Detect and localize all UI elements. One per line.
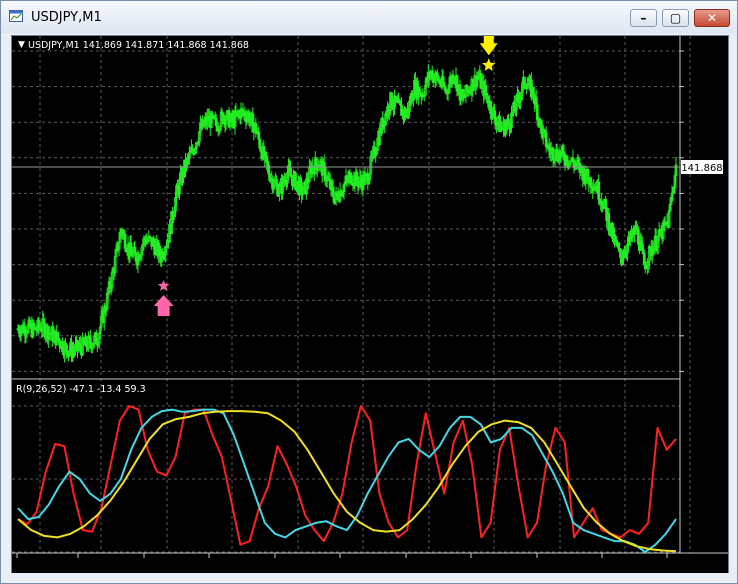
chart-window-icon: [9, 10, 23, 22]
sell-star-icon: [482, 58, 496, 71]
candle-body: [507, 118, 510, 124]
buy-arrow-icon: [153, 294, 174, 316]
price-candles: [16, 63, 678, 363]
status-strip: [1, 573, 737, 583]
candle-body: [619, 248, 622, 258]
buy-star-icon: [157, 280, 170, 291]
price-scale: [680, 50, 684, 372]
candle-body: [65, 344, 68, 352]
candle-body: [314, 157, 318, 166]
maximize-icon: ▢: [669, 11, 682, 25]
terminal-window: USDJPY,M1 – ▢ ✕ 141.868 ▼ USDJPY,M1 141.…: [0, 0, 738, 584]
current-price-label: 141.868: [681, 163, 722, 174]
minimize-icon: –: [640, 11, 647, 25]
sell-arrow-icon: [479, 32, 498, 56]
close-button[interactable]: ✕: [694, 9, 730, 27]
candle-body: [264, 151, 268, 157]
time-scale: [16, 553, 668, 558]
chart-area[interactable]: 141.868 ▼ USDJPY,M1 141.869 141.871 141.…: [11, 32, 729, 574]
title-bar[interactable]: USDJPY,M1 – ▢ ✕: [1, 1, 737, 33]
indicator-header: R(9,26,52) -47.1 -13.4 59.3: [16, 384, 146, 395]
oscillator-line: [17, 405, 677, 546]
chart-canvas[interactable]: 141.868 ▼ USDJPY,M1 141.869 141.871 141.…: [12, 32, 728, 573]
candle-body: [56, 331, 60, 340]
close-icon: ✕: [706, 11, 718, 25]
pane-menu-icon[interactable]: ▼: [18, 40, 25, 50]
candle-body: [390, 92, 393, 108]
candle-body: [614, 235, 617, 241]
minimize-button[interactable]: –: [630, 9, 657, 27]
maximize-button[interactable]: ▢: [662, 9, 689, 27]
candle-body: [604, 198, 608, 209]
window-title: USDJPY,M1: [31, 10, 102, 25]
candle-body: [485, 92, 489, 97]
candle-body: [539, 119, 543, 128]
price-header: USDJPY,M1 141.869 141.871 141.868 141.86…: [28, 40, 249, 51]
chart-grid: [12, 36, 691, 553]
